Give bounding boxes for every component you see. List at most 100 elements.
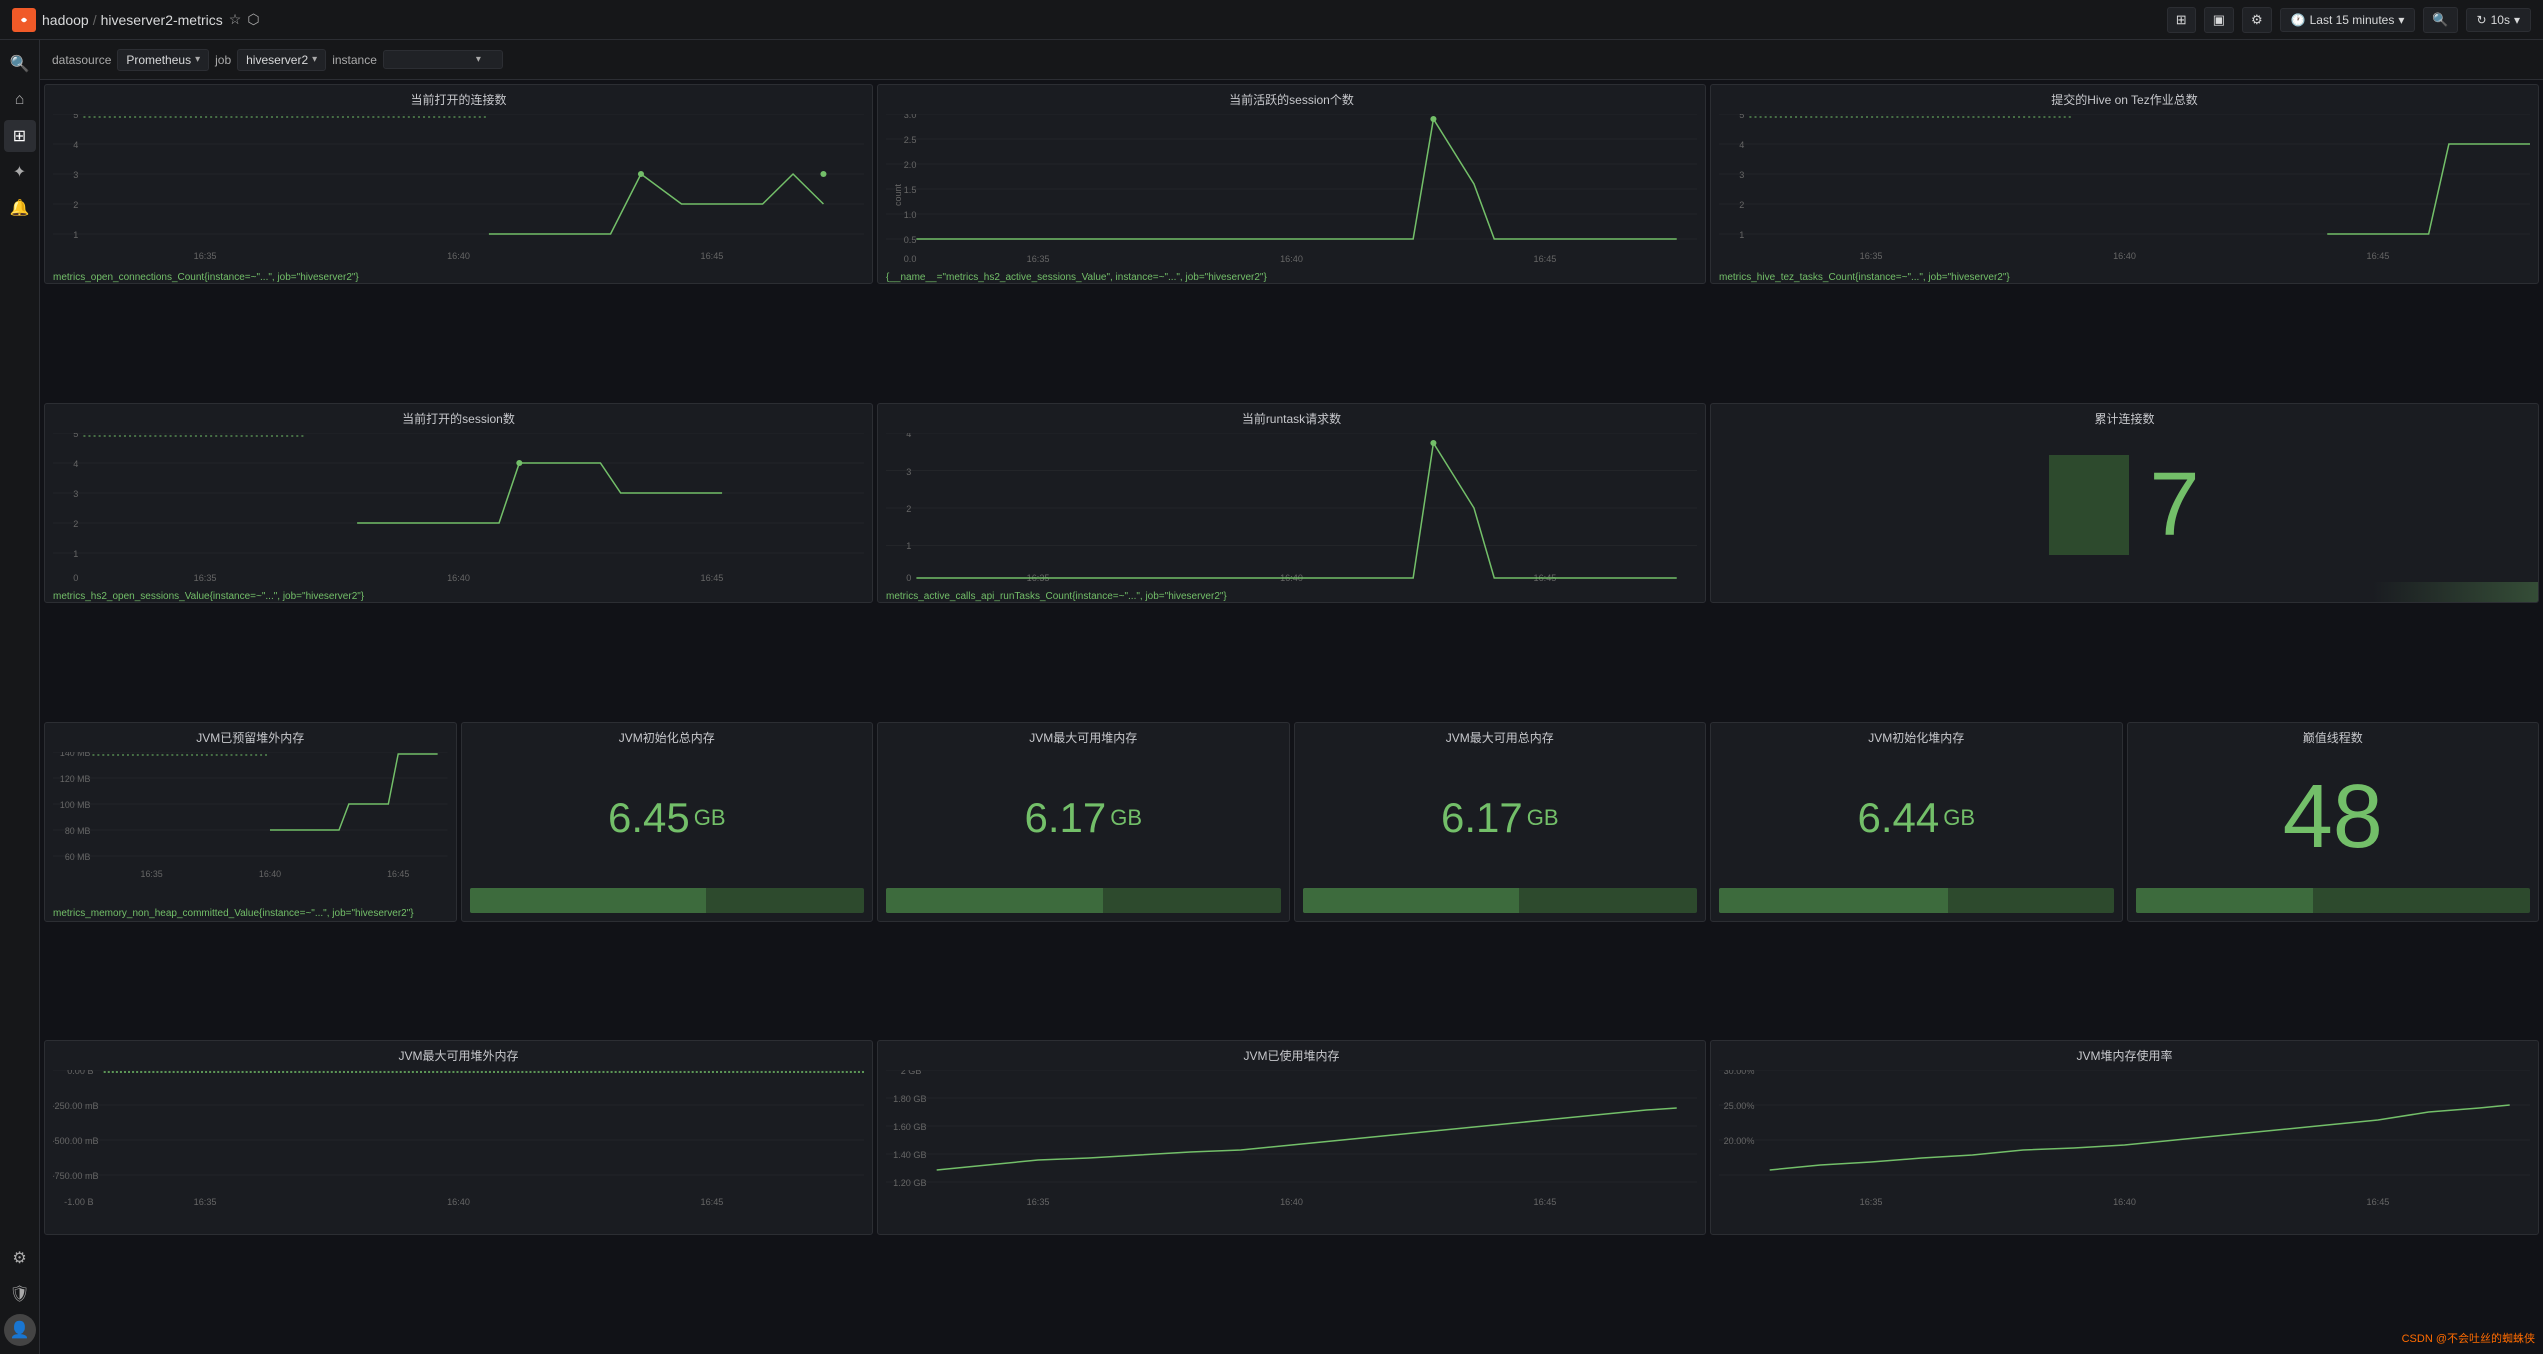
svg-text:16:40: 16:40	[1280, 1197, 1303, 1207]
star-icon[interactable]: ☆	[229, 11, 242, 28]
topbar: hadoop / hiveserver2-metrics ☆ ⬡ ⊞ ▣ ⚙ 🕐…	[0, 0, 2543, 40]
svg-text:0: 0	[906, 573, 911, 583]
panel-title-1: 当前打开的连接数	[45, 85, 872, 110]
row4-container: JVM最大可用堆外内存 0.00 B -250.00 mB -500.00 mB…	[44, 1040, 2539, 1350]
svg-text:1: 1	[73, 549, 78, 559]
svg-text:2 GB: 2 GB	[901, 1070, 922, 1076]
svg-text:5: 5	[73, 433, 78, 439]
svg-text:2: 2	[906, 504, 911, 514]
svg-text:16:35: 16:35	[1860, 251, 1883, 261]
time-range-btn[interactable]: 🕐 Last 15 minutes ▾	[2280, 8, 2416, 32]
sidebar-item-search[interactable]: 🔍	[4, 48, 36, 80]
add-panel-btn[interactable]: ⊞	[2167, 7, 2196, 33]
panel-open-connections: 当前打开的连接数 5 4 3 2 1 16:35 16:40 16:45	[44, 84, 873, 284]
main-grid: 当前打开的连接数 5 4 3 2 1 16:35 16:40 16:45	[40, 80, 2543, 1354]
svg-text:80 MB: 80 MB	[65, 825, 91, 835]
panel-open-sessions: 当前打开的session数 5 4 3 2 1 0 16:35 16:40 16…	[44, 403, 873, 603]
svg-text:16:45: 16:45	[1534, 1197, 1557, 1207]
datasource-arrow: ▾	[195, 54, 200, 65]
svg-text:1: 1	[1739, 230, 1744, 240]
svg-text:5: 5	[1739, 114, 1744, 120]
sidebar-item-shield[interactable]: 🛡	[4, 1278, 36, 1310]
svg-text:16:40: 16:40	[2113, 251, 2136, 261]
panel-title-2: 当前活跃的session个数	[878, 85, 1705, 110]
panel-title-r4-2: JVM已使用堆内存	[878, 1041, 1705, 1066]
svg-text:16:35: 16:35	[194, 251, 217, 261]
sidebar-item-user[interactable]: 👤	[4, 1314, 36, 1346]
svg-text:2: 2	[1739, 200, 1744, 210]
svg-text:4: 4	[73, 459, 78, 469]
datasource-select[interactable]: Prometheus ▾	[117, 49, 209, 71]
svg-text:3: 3	[73, 489, 78, 499]
svg-text:2.0: 2.0	[904, 160, 917, 170]
panel-jvm-max-offheap: JVM最大可用堆外内存 0.00 B -250.00 mB -500.00 mB…	[44, 1040, 873, 1235]
sidebar-item-config[interactable]: ⚙	[4, 1242, 36, 1274]
refresh-btn[interactable]: ↻ 10s ▾	[2466, 8, 2531, 32]
svg-text:1.80 GB: 1.80 GB	[893, 1094, 926, 1104]
share-icon[interactable]: ⬡	[247, 11, 259, 28]
view-btn[interactable]: ▣	[2204, 7, 2234, 33]
stat-value-jvm2: 6.45 GB	[462, 748, 873, 888]
panel-jvm-init-total: JVM初始化总内存 6.45 GB	[461, 722, 874, 922]
stat-value-jvm3: 6.17 GB	[878, 748, 1289, 888]
svg-text:3: 3	[73, 170, 78, 180]
svg-text:0: 0	[73, 573, 78, 583]
stat-bar-jvm5	[1719, 888, 2114, 913]
instance-arrow: ▾	[476, 54, 481, 65]
svg-text:60 MB: 60 MB	[65, 851, 91, 861]
topbar-left: hadoop / hiveserver2-metrics ☆ ⬡	[12, 8, 2159, 32]
panel-title-4: 当前打开的session数	[45, 404, 872, 429]
chart-area-4: 5 4 3 2 1 0 16:35 16:40 16:45	[45, 429, 872, 589]
row3-container: JVM已预留堆外内存 140 MB 120 MB 100 MB 80 MB 60…	[44, 722, 2539, 1037]
breadcrumb-hadoop[interactable]: hadoop	[42, 12, 89, 28]
svg-text:16:45: 16:45	[2367, 251, 2390, 261]
breadcrumb-sep: /	[93, 12, 97, 28]
svg-text:1.60 GB: 1.60 GB	[893, 1122, 926, 1132]
refresh-chevron: ▾	[2514, 13, 2520, 27]
svg-text:16:45: 16:45	[1534, 254, 1557, 264]
stat-value-7: 7	[2149, 454, 2199, 557]
panel-tez-jobs: 提交的Hive on Tez作业总数 5 4 3 2 1 16:35 16:40…	[1710, 84, 2539, 284]
panel-jvm-max-heap: JVM最大可用堆内存 6.17 GB	[877, 722, 1290, 922]
job-value: hiveserver2	[246, 53, 308, 67]
panel-title-5: 当前runtask请求数	[878, 404, 1705, 429]
svg-text:4: 4	[1739, 140, 1744, 150]
job-select[interactable]: hiveserver2 ▾	[237, 49, 326, 71]
settings-btn[interactable]: ⚙	[2242, 7, 2272, 33]
sidebar: 🔍 ⌂ ⊞ ✦ 🔔 ⚙ 🛡 👤	[0, 40, 40, 1354]
svg-text:16:40: 16:40	[1280, 254, 1303, 264]
sidebar-item-explore[interactable]: ✦	[4, 156, 36, 188]
chart-area-2: 3.0 2.5 2.0 1.5 1.0 0.5 0.0 16:35 16:40 …	[878, 110, 1705, 270]
instance-select[interactable]: ▾	[383, 50, 503, 69]
filterbar: datasource Prometheus ▾ job hiveserver2 …	[40, 40, 2543, 80]
sidebar-item-home[interactable]: ⌂	[4, 84, 36, 116]
stat-bar-jvm3	[886, 888, 1281, 913]
panel-title-r4-3: JVM堆内存使用率	[1711, 1041, 2538, 1066]
panel-title-jvm2: JVM初始化总内存	[462, 723, 873, 748]
refresh-icon: ↻	[2477, 13, 2487, 27]
sidebar-item-alert[interactable]: 🔔	[4, 192, 36, 224]
time-range-label: Last 15 minutes	[2310, 13, 2395, 27]
svg-text:1.40 GB: 1.40 GB	[893, 1150, 926, 1160]
svg-text:-750.00 mB: -750.00 mB	[53, 1171, 99, 1181]
sidebar-item-dashboards[interactable]: ⊞	[4, 120, 36, 152]
svg-text:16:45: 16:45	[2367, 1197, 2390, 1207]
svg-text:16:35: 16:35	[1027, 1197, 1050, 1207]
svg-text:120 MB: 120 MB	[60, 773, 91, 783]
svg-text:2: 2	[73, 200, 78, 210]
svg-text:20.00%: 20.00%	[1724, 1136, 1755, 1146]
svg-text:0.00 B: 0.00 B	[67, 1070, 93, 1076]
chart-area-3: 5 4 3 2 1 16:35 16:40 16:45	[1711, 110, 2538, 270]
panel-jvm-nonheap-committed: JVM已预留堆外内存 140 MB 120 MB 100 MB 80 MB 60…	[44, 722, 457, 922]
job-arrow: ▾	[312, 54, 317, 65]
stat-value-jvm4: 6.17 GB	[1295, 748, 1706, 888]
svg-text:0.5: 0.5	[904, 235, 917, 245]
breadcrumb-dashboard[interactable]: hiveserver2-metrics	[101, 12, 223, 28]
svg-text:1.20 GB: 1.20 GB	[893, 1178, 926, 1188]
panel-jvm-max-total: JVM最大可用总内存 6.17 GB	[1294, 722, 1707, 922]
svg-text:16:40: 16:40	[447, 573, 470, 583]
zoom-out-btn[interactable]: 🔍	[2423, 7, 2457, 33]
panel-title-jvm3: JVM最大可用堆内存	[878, 723, 1289, 748]
svg-text:16:40: 16:40	[447, 1197, 470, 1207]
stat-value-jvm6: 48	[2128, 748, 2539, 888]
